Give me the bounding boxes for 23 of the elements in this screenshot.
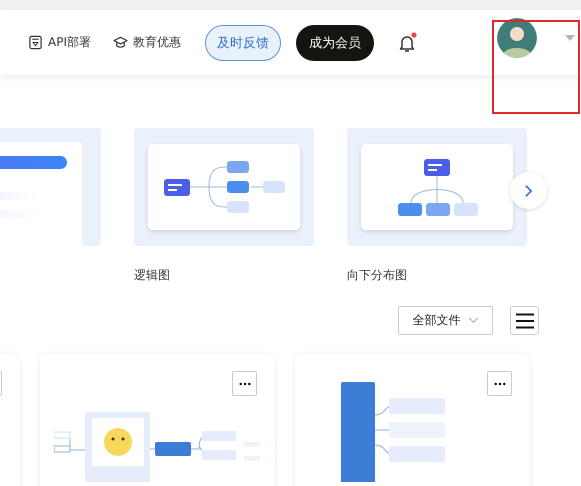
- file-filter-dropdown[interactable]: 全部文件: [398, 306, 493, 335]
- feedback-button[interactable]: 及时反馈: [204, 24, 281, 60]
- caret-icon[interactable]: [565, 34, 575, 40]
- template-label: 逻辑图: [134, 267, 171, 284]
- nav-link[interactable]: API部署: [28, 34, 91, 51]
- server-icon: [28, 35, 43, 50]
- more-icon: [238, 382, 250, 386]
- more-button[interactable]: [487, 371, 512, 396]
- nav-link[interactable]: 教育优惠: [112, 34, 181, 51]
- template-card[interactable]: [134, 128, 314, 246]
- chevron-right-icon: [524, 184, 533, 198]
- more-button[interactable]: [232, 371, 257, 396]
- template-label: 向下分布图: [347, 267, 408, 284]
- graduation-cap-icon: [112, 35, 128, 50]
- list-view-button[interactable]: [510, 306, 539, 335]
- membership-button[interactable]: 成为会员: [296, 24, 374, 60]
- chevron-down-icon: [468, 317, 478, 324]
- file-card[interactable]: [295, 354, 530, 486]
- avatar[interactable]: [497, 18, 537, 58]
- menu-icon: [514, 312, 534, 328]
- file-card[interactable]: [40, 354, 275, 486]
- more-icon: [494, 382, 506, 386]
- template-card[interactable]: [347, 128, 527, 246]
